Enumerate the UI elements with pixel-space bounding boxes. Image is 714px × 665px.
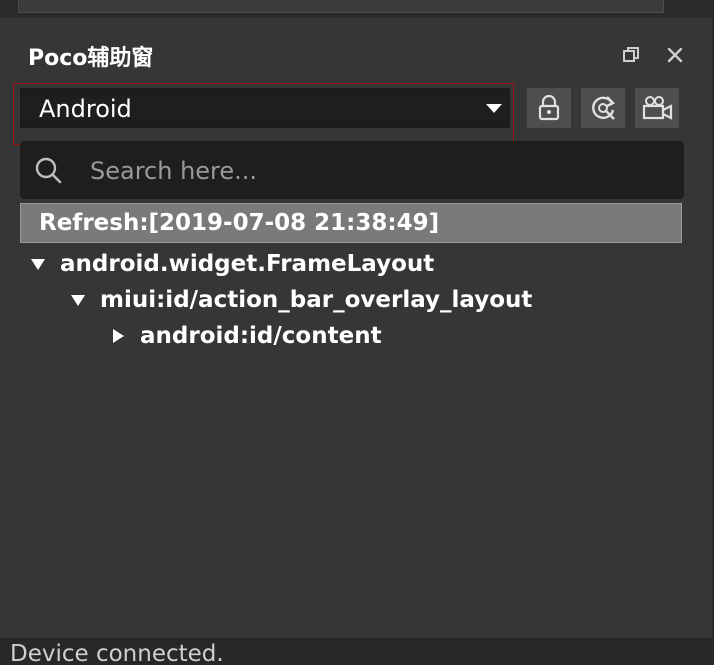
record-button[interactable]: [635, 88, 679, 128]
poco-assistant-panel: Poco辅助窗 Android Search here... Refresh:[…: [0, 0, 714, 665]
tree-node[interactable]: android:id/content: [110, 319, 382, 353]
lock-button[interactable]: [527, 88, 571, 128]
platform-dropdown-value: Android: [39, 95, 132, 123]
refresh-icon: [592, 96, 616, 120]
panel-title: Poco辅助窗: [28, 46, 154, 71]
previous-panel-scroll-area: [18, 0, 664, 13]
video-camera-icon: [642, 96, 673, 120]
tree-node-label: android:id/content: [140, 323, 382, 349]
tree-node-label: android.widget.FrameLayout: [60, 251, 435, 277]
refresh-timestamp-label: Refresh:[2019-07-08 21:38:49]: [39, 210, 440, 236]
platform-dropdown[interactable]: Android: [20, 88, 510, 128]
tree-node-label: miui:id/action_bar_overlay_layout: [100, 287, 533, 313]
status-bar: Device connected.: [0, 638, 714, 665]
hierarchy-tree: Refresh:[2019-07-08 21:38:49] android.wi…: [20, 203, 684, 633]
chevron-down-icon: [486, 104, 502, 113]
refresh-timestamp-bar[interactable]: Refresh:[2019-07-08 21:38:49]: [20, 203, 682, 243]
restore-window-icon[interactable]: [620, 44, 642, 66]
refresh-button[interactable]: [581, 88, 625, 128]
status-text: Device connected.: [10, 641, 224, 665]
previous-panel-edge: [0, 0, 714, 18]
tree-node[interactable]: miui:id/action_bar_overlay_layout: [70, 283, 532, 317]
expanded-triangle-icon[interactable]: [70, 292, 86, 308]
tree-node[interactable]: android.widget.FrameLayout: [30, 247, 434, 281]
search-box[interactable]: [20, 141, 684, 199]
lock-icon: [538, 94, 560, 121]
expanded-triangle-icon[interactable]: [30, 256, 46, 272]
search-icon: [35, 157, 62, 184]
close-icon[interactable]: [664, 44, 686, 66]
search-input[interactable]: [88, 153, 652, 189]
collapsed-triangle-icon[interactable]: [110, 328, 126, 344]
